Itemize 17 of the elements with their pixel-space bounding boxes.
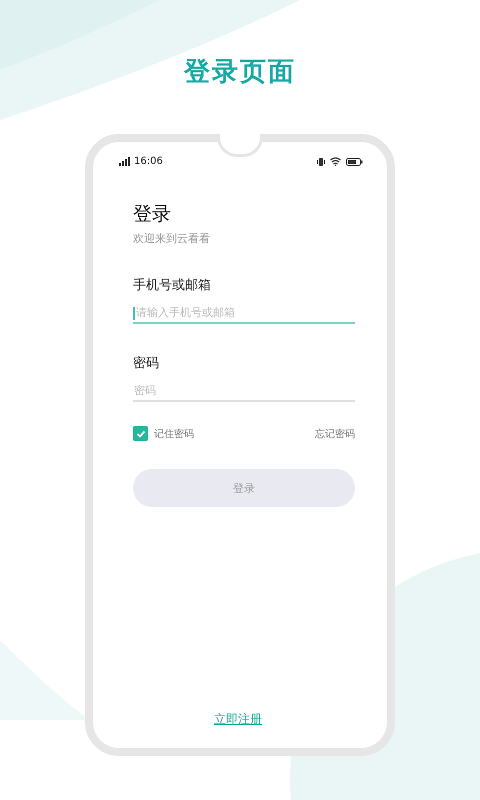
signal-icon (119, 157, 131, 166)
register-link[interactable]: 立即注册 (214, 711, 262, 728)
field-label: 手机号或邮箱 (133, 277, 212, 294)
input-field[interactable]: 密码 (133, 380, 355, 402)
remember-checkbox[interactable] (133, 426, 148, 441)
login-title: 登录 (133, 202, 172, 227)
vibrate-icon (317, 156, 325, 166)
field-label: 密码 (133, 355, 160, 372)
text-cursor (133, 307, 135, 320)
wifi-icon (330, 157, 341, 166)
input-field[interactable]: 请输入手机号或邮箱 (133, 302, 355, 324)
welcome-text: 欢迎来到云看看 (133, 231, 211, 246)
page-headline: 登录页面 (184, 56, 296, 89)
battery-icon (346, 158, 363, 166)
forgot-password-link[interactable]: 忘记密码 (315, 426, 355, 440)
status-time: 16:06 (134, 156, 163, 167)
remember-label: 记住密码 (154, 428, 194, 440)
